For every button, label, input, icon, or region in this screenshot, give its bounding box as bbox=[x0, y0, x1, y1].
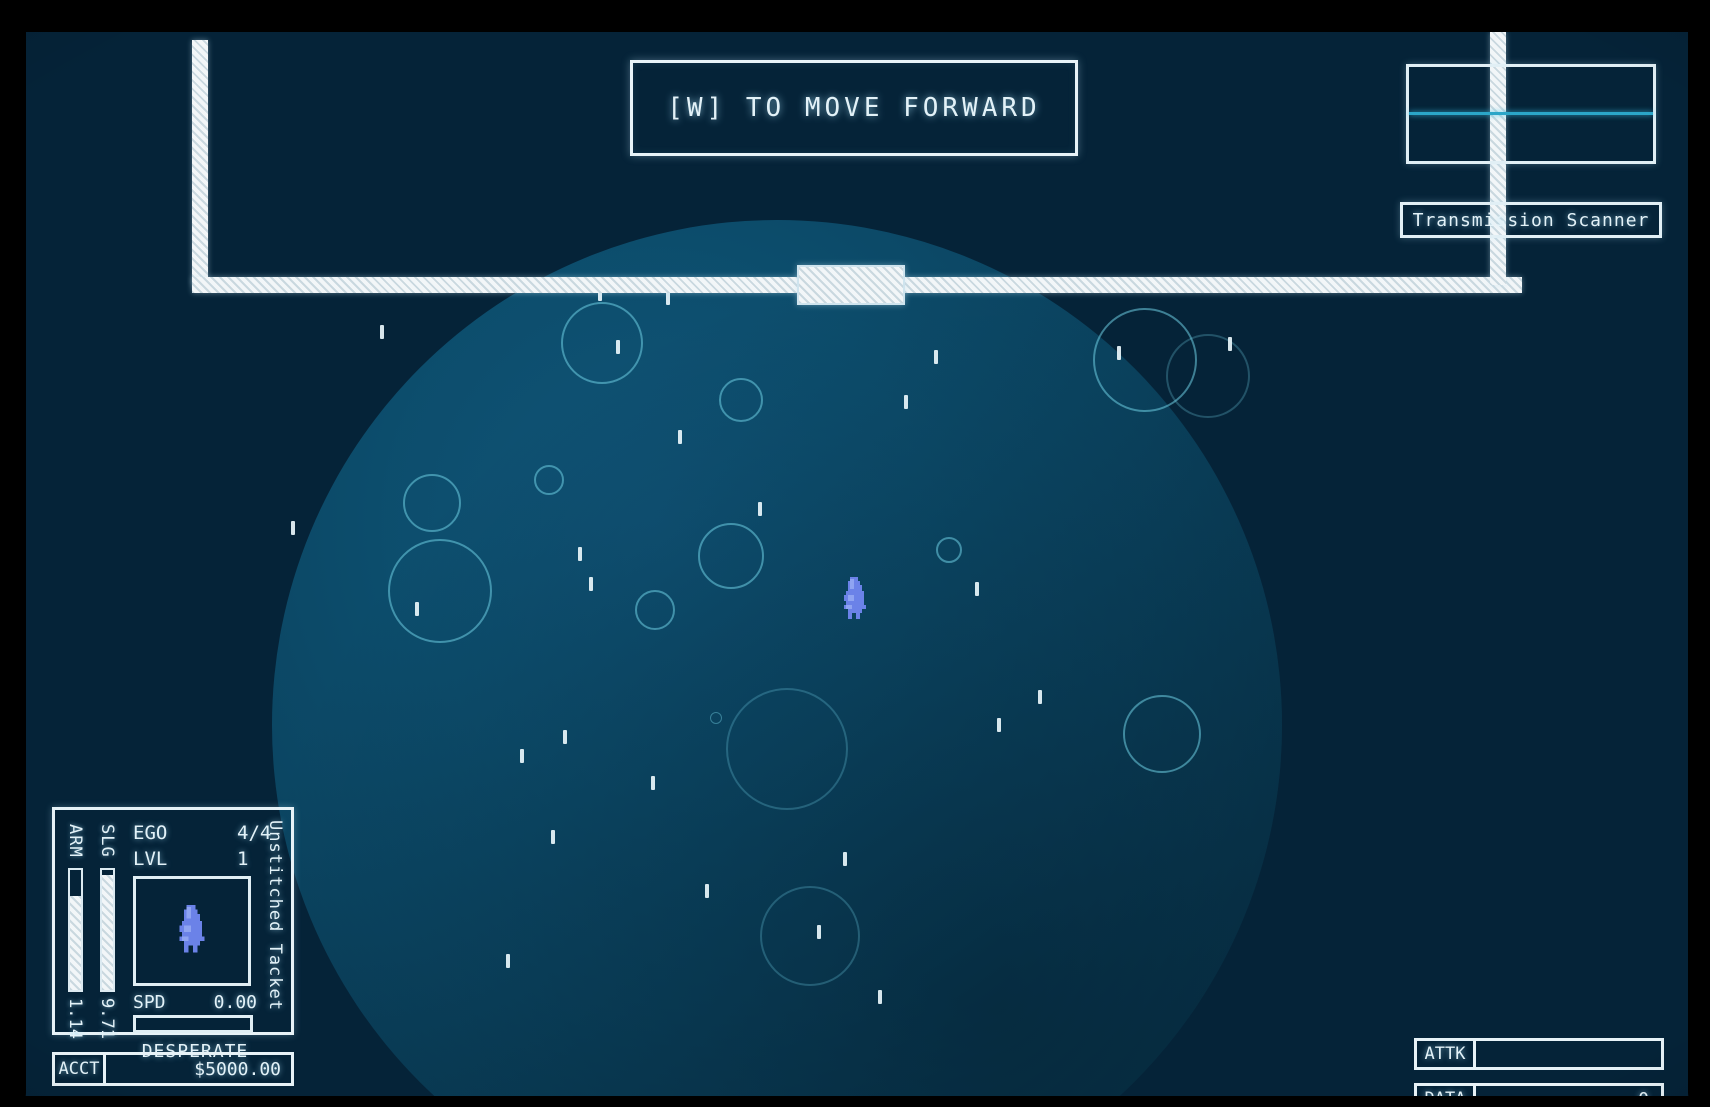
slug-gauge-fill bbox=[102, 874, 113, 990]
terrain-speck bbox=[758, 502, 762, 516]
terrain-speck bbox=[506, 954, 510, 968]
data-label: DATA bbox=[1414, 1083, 1476, 1096]
letterbox-bottom bbox=[0, 1096, 1710, 1107]
letterbox-right bbox=[1688, 0, 1710, 1107]
speed-value: 0.00 bbox=[213, 992, 257, 1013]
terrain-speck bbox=[589, 577, 593, 591]
planet-crater bbox=[635, 590, 675, 630]
planet-crater bbox=[760, 886, 860, 986]
player-ship-sprite bbox=[844, 577, 866, 619]
player-ship[interactable] bbox=[840, 577, 870, 623]
slug-gauge-track bbox=[100, 868, 115, 992]
ship-name-label: Unstitched Tacket bbox=[265, 820, 285, 1011]
terrain-speck bbox=[678, 430, 682, 444]
account-label: ACCT bbox=[52, 1052, 106, 1086]
planet-crater bbox=[1123, 695, 1201, 773]
terrain-speck bbox=[817, 925, 821, 939]
terrain-speck bbox=[975, 582, 979, 596]
planet-crater bbox=[719, 378, 763, 422]
planet-crater bbox=[534, 465, 564, 495]
level-label: LVL bbox=[133, 848, 168, 870]
account-row: ACCT $5000.00 bbox=[52, 1052, 294, 1086]
transmission-scanner-label-box: Transmission Scanner bbox=[1400, 202, 1662, 238]
terrain-speck bbox=[578, 547, 582, 561]
slug-gauge-value: 9.71 bbox=[97, 998, 117, 1039]
attack-label: ATTK bbox=[1414, 1038, 1476, 1070]
ego-label: EGO bbox=[133, 822, 168, 844]
transmission-scanner-display[interactable] bbox=[1406, 64, 1656, 164]
attack-value bbox=[1476, 1038, 1664, 1070]
terrain-speck bbox=[934, 350, 938, 364]
scanner-signal-line bbox=[1409, 112, 1653, 116]
speed-label: SPD bbox=[133, 992, 166, 1013]
data-value: 0 bbox=[1476, 1083, 1664, 1096]
frame-rail-vertical-left bbox=[192, 40, 208, 285]
armor-gauge-fill bbox=[70, 896, 81, 990]
terrain-speck bbox=[1038, 690, 1042, 704]
planet-crater bbox=[726, 688, 848, 810]
letterbox-top bbox=[0, 0, 1710, 32]
terrain-speck bbox=[666, 291, 670, 305]
slug-gauge: SLG 9.71 bbox=[97, 824, 123, 1039]
planet-crater bbox=[1166, 334, 1250, 418]
terrain-speck bbox=[1117, 346, 1121, 360]
ship-portrait-frame bbox=[133, 876, 251, 986]
planet-crater bbox=[698, 523, 764, 589]
terrain-speck bbox=[705, 884, 709, 898]
armor-gauge-label: ARM bbox=[65, 824, 85, 858]
transmission-scanner-label: Transmission Scanner bbox=[1412, 209, 1650, 231]
planet-crater bbox=[710, 712, 722, 724]
slug-gauge-label: SLG bbox=[97, 824, 117, 858]
terrain-speck bbox=[843, 852, 847, 866]
terrain-speck bbox=[1228, 337, 1232, 351]
level-value: 1 bbox=[237, 848, 249, 870]
game-viewport: [W] TO MOVE FORWARD Transmission Scanner… bbox=[0, 32, 1710, 1096]
control-hint-box: [W] TO MOVE FORWARD bbox=[630, 60, 1078, 156]
terrain-speck bbox=[551, 830, 555, 844]
speed-row: SPD 0.00 bbox=[133, 992, 257, 1013]
terrain-speck bbox=[563, 730, 567, 744]
terrain-speck bbox=[616, 340, 620, 354]
attack-row: ATTK bbox=[1414, 1038, 1664, 1070]
data-row: DATA 0 bbox=[1414, 1083, 1664, 1096]
terrain-speck bbox=[520, 749, 524, 763]
planet-crater bbox=[561, 302, 643, 384]
terrain-speck bbox=[291, 521, 295, 535]
terrain-speck bbox=[904, 395, 908, 409]
terrain-speck bbox=[415, 602, 419, 616]
armor-gauge-track bbox=[68, 868, 83, 992]
armor-gauge: ARM 1.14 bbox=[65, 824, 91, 1039]
account-balance: $5000.00 bbox=[106, 1052, 294, 1086]
frame-rail-center-node bbox=[797, 265, 905, 305]
armor-gauge-value: 1.14 bbox=[65, 998, 85, 1039]
ship-portrait-sprite bbox=[179, 904, 205, 953]
planet-crater bbox=[403, 474, 461, 532]
control-hint-text: [W] TO MOVE FORWARD bbox=[667, 93, 1041, 123]
planet-crater bbox=[936, 537, 962, 563]
player-status-panel: ARM 1.14 SLG 9.71 EGO 4/4 LVL 1 SPD 0.00… bbox=[52, 807, 294, 1062]
terrain-speck bbox=[997, 718, 1001, 732]
terrain-speck bbox=[878, 990, 882, 1004]
planet-crater bbox=[388, 539, 492, 643]
speed-bar-track bbox=[133, 1015, 253, 1033]
letterbox-left bbox=[0, 0, 26, 1107]
terrain-speck bbox=[651, 776, 655, 790]
terrain-speck bbox=[380, 325, 384, 339]
